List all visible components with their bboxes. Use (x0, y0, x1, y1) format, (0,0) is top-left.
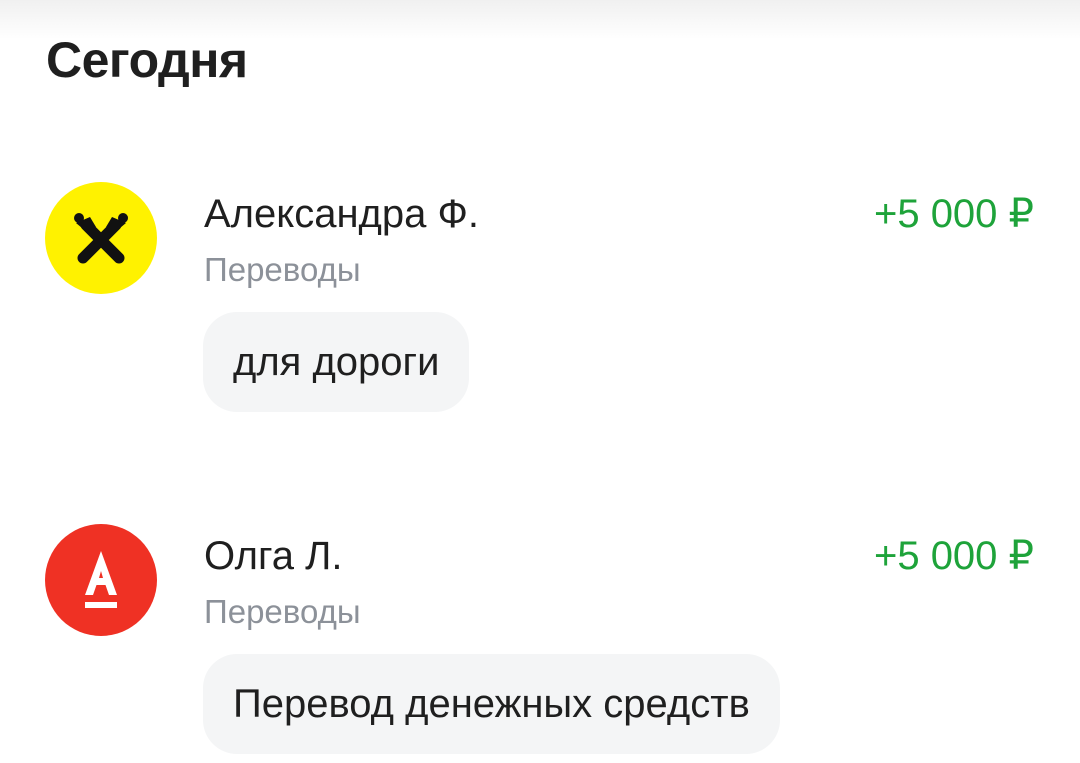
section-title-today: Сегодня (46, 32, 248, 88)
transaction-amount: +5 000 ₽ (873, 534, 1034, 578)
transaction-sender-name: Александра Ф. (204, 192, 480, 236)
transaction-item[interactable]: Олга Л. +5 000 ₽ Переводы Перевод денежн… (0, 524, 1080, 754)
raiffeisen-bank-icon (45, 182, 157, 294)
transaction-amount: +5 000 ₽ (873, 192, 1034, 236)
transaction-comment: Перевод денежных средств (203, 654, 780, 754)
transaction-comment: для дороги (203, 312, 470, 412)
transaction-sender-name: Олга Л. (204, 534, 343, 578)
alfa-bank-icon (45, 524, 157, 636)
transaction-item[interactable]: Александра Ф. +5 000 ₽ Переводы для доро… (0, 182, 1080, 412)
transaction-category: Переводы (204, 251, 361, 288)
transaction-category: Переводы (204, 593, 361, 630)
